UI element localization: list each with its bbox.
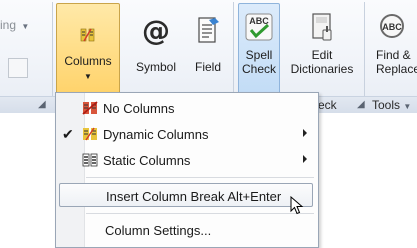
- group-label-spell-check: eck: [318, 98, 337, 112]
- find-replace-label-line1: Find &: [376, 48, 411, 62]
- field-button[interactable]: Field: [188, 4, 228, 94]
- ribbon-stub-label: ing ▼: [0, 18, 30, 32]
- menu-item-label: Insert Column Break Alt+Enter: [106, 189, 282, 204]
- group-separator: [52, 2, 53, 110]
- columns-label: Columns: [64, 54, 112, 68]
- find-replace-label-line2: Replace: [376, 62, 417, 76]
- no-columns-icon: [82, 101, 98, 115]
- at-symbol-icon: @: [142, 14, 170, 47]
- dropdown-arrow-icon: ▼: [21, 22, 30, 31]
- menu-item-static-columns[interactable]: Static Columns: [59, 149, 313, 171]
- edit-dictionaries-label-line2: Dictionaries: [290, 62, 354, 76]
- dropdown-arrow-icon: ▼: [84, 72, 92, 81]
- find-replace-icon: ABC: [380, 14, 404, 38]
- columns-button[interactable]: Columns ▼: [56, 3, 120, 95]
- submenu-arrow-icon: [303, 129, 307, 137]
- menu-item-label: Column Settings...: [105, 223, 212, 238]
- dynamic-columns-icon: [83, 127, 97, 141]
- field-icon: [198, 17, 219, 43]
- find-replace-button[interactable]: ABC Find & Replace: [368, 4, 417, 94]
- stub-icon: [8, 58, 28, 78]
- edit-dictionaries-label-line1: Edit: [311, 48, 333, 62]
- menu-item-no-columns[interactable]: No Columns: [59, 97, 313, 119]
- spell-check-button[interactable]: ABC Spell Check: [238, 3, 280, 95]
- ribbon-stub-button[interactable]: ing ▼: [0, 0, 50, 96]
- symbol-label: Symbol: [135, 60, 176, 74]
- group-separator: [364, 2, 365, 110]
- spell-check-icon: ABC: [245, 13, 273, 41]
- menu-item-label: Dynamic Columns: [103, 127, 209, 142]
- group-label-tools[interactable]: Tools ▼: [372, 98, 411, 112]
- static-columns-icon: [82, 153, 98, 167]
- menu-separator: [86, 177, 314, 178]
- field-label: Field: [194, 60, 221, 74]
- menu-separator: [86, 213, 314, 214]
- group-expand-icon[interactable]: ◢: [357, 99, 365, 110]
- menu-item-dynamic-columns[interactable]: ✔ Dynamic Columns: [59, 123, 313, 145]
- dropdown-arrow-icon: ▼: [403, 102, 412, 111]
- svg-text:ABC: ABC: [382, 22, 402, 32]
- menu-item-insert-column-break[interactable]: Insert Column Break Alt+Enter: [59, 183, 313, 207]
- mouse-pointer-icon: [290, 196, 304, 215]
- checkmark-icon: ✔: [62, 126, 74, 142]
- menu-item-label: No Columns: [103, 101, 175, 116]
- svg-text:ABC: ABC: [249, 16, 269, 26]
- columns-icon: [80, 28, 95, 42]
- columns-dropdown-menu: No Columns ✔ Dynamic Columns Static Colu…: [55, 92, 319, 248]
- submenu-arrow-icon: [303, 155, 307, 163]
- menu-item-label: Static Columns: [103, 153, 191, 168]
- spell-check-label-line2: Check: [241, 62, 276, 76]
- edit-dictionaries-button[interactable]: Edit Dictionaries: [283, 4, 361, 94]
- spell-check-label-line1: Spell: [245, 48, 273, 62]
- group-expand-icon[interactable]: ◢: [38, 99, 46, 110]
- edit-dictionaries-icon: [312, 13, 332, 41]
- menu-item-column-settings[interactable]: Column Settings...: [59, 219, 313, 241]
- symbol-button[interactable]: @ Symbol: [130, 4, 182, 94]
